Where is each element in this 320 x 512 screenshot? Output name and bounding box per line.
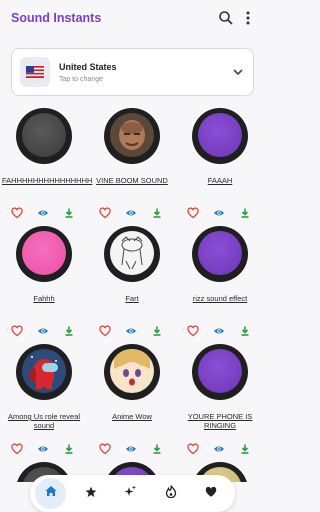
sound-button-image bbox=[110, 113, 154, 157]
download-button[interactable] bbox=[239, 324, 251, 336]
preview-button[interactable] bbox=[213, 442, 225, 454]
sound-play-button[interactable] bbox=[16, 226, 72, 282]
sound-card: Fahhh bbox=[0, 220, 88, 338]
star-icon bbox=[85, 485, 97, 503]
download-button[interactable] bbox=[63, 206, 75, 218]
sound-button-image bbox=[22, 113, 66, 157]
sound-actions bbox=[99, 442, 165, 455]
favorite-button[interactable] bbox=[11, 206, 23, 219]
download-button[interactable] bbox=[151, 206, 163, 218]
app-title: Sound Instants bbox=[11, 11, 102, 25]
nav-trending[interactable] bbox=[158, 481, 183, 506]
sound-button-image bbox=[198, 349, 242, 393]
more-vertical-icon bbox=[246, 11, 250, 25]
preview-button[interactable] bbox=[37, 206, 49, 218]
sound-label[interactable]: FAHHHHHHHHHHHHHHH bbox=[2, 176, 92, 185]
sound-button-image bbox=[22, 231, 66, 275]
home-icon bbox=[44, 484, 58, 503]
download-button[interactable] bbox=[151, 324, 163, 336]
preview-button[interactable] bbox=[125, 442, 137, 454]
sound-actions bbox=[11, 206, 77, 219]
sound-actions bbox=[11, 324, 77, 337]
sound-play-button[interactable] bbox=[192, 344, 248, 400]
sound-label[interactable]: Fart bbox=[90, 294, 174, 303]
sound-actions bbox=[99, 324, 165, 337]
sound-card: VINE BOOM SOUND bbox=[88, 102, 176, 220]
sound-card: FAHHHHHHHHHHHHHHH bbox=[0, 102, 92, 220]
us-flag-icon bbox=[20, 57, 50, 87]
sound-button-image bbox=[110, 231, 154, 275]
sound-play-button[interactable] bbox=[104, 226, 160, 282]
sound-label[interactable]: Fahhh bbox=[2, 294, 86, 303]
preview-button[interactable] bbox=[125, 324, 137, 336]
preview-button[interactable] bbox=[37, 324, 49, 336]
sound-label[interactable]: Among Us role reveal sound bbox=[2, 412, 86, 430]
favorite-button[interactable] bbox=[187, 206, 199, 219]
sound-label[interactable]: VINE BOOM SOUND bbox=[90, 176, 174, 185]
sound-button-image bbox=[22, 349, 66, 393]
sound-label[interactable]: Anime Wow bbox=[90, 412, 174, 421]
sound-actions bbox=[187, 324, 253, 337]
download-button[interactable] bbox=[63, 324, 75, 336]
top-app-bar: Sound Instants bbox=[0, 0, 265, 38]
preview-button[interactable] bbox=[37, 442, 49, 454]
favorite-button[interactable] bbox=[187, 324, 199, 337]
sound-label[interactable]: FAAAH bbox=[178, 176, 262, 185]
sound-card: Among Us role reveal sound bbox=[0, 338, 88, 456]
favorite-button[interactable] bbox=[187, 442, 199, 455]
country-selector[interactable]: United States Tap to change bbox=[11, 48, 254, 96]
preview-button[interactable] bbox=[213, 324, 225, 336]
country-hint: Tap to change bbox=[59, 76, 103, 83]
sound-card: rizz sound effect bbox=[176, 220, 264, 338]
bottom-navigation bbox=[30, 475, 235, 512]
download-button[interactable] bbox=[239, 206, 251, 218]
nav-home[interactable] bbox=[35, 478, 66, 509]
sound-play-button[interactable] bbox=[192, 108, 248, 164]
chevron-down-icon bbox=[233, 69, 243, 76]
sound-card: Fart bbox=[88, 220, 176, 338]
more-options-button[interactable] bbox=[240, 10, 256, 26]
country-name: United States bbox=[59, 62, 117, 72]
sound-button-image bbox=[198, 113, 242, 157]
favorite-button[interactable] bbox=[11, 442, 23, 455]
search-button[interactable] bbox=[218, 10, 234, 26]
sparkle-icon bbox=[124, 485, 137, 503]
sound-card: Anime Wow bbox=[88, 338, 176, 456]
sound-play-button[interactable] bbox=[16, 344, 72, 400]
sound-label[interactable]: YOURE PHONE IS RINGING bbox=[178, 412, 262, 430]
sound-card: YOURE PHONE IS RINGING bbox=[176, 338, 264, 456]
sound-card: FAAAH bbox=[176, 102, 264, 220]
sound-actions bbox=[99, 206, 165, 219]
sound-play-button[interactable] bbox=[192, 226, 248, 282]
favorite-button[interactable] bbox=[99, 206, 111, 219]
nav-new[interactable] bbox=[118, 481, 143, 506]
favorite-button[interactable] bbox=[99, 442, 111, 455]
preview-button[interactable] bbox=[213, 206, 225, 218]
preview-button[interactable] bbox=[125, 206, 137, 218]
sound-button-image bbox=[110, 349, 154, 393]
sound-actions bbox=[11, 442, 77, 455]
sound-play-button[interactable] bbox=[16, 108, 72, 164]
sound-play-button[interactable] bbox=[104, 108, 160, 164]
download-button[interactable] bbox=[63, 442, 75, 454]
sound-label[interactable]: rizz sound effect bbox=[178, 294, 262, 303]
sound-play-button[interactable] bbox=[104, 344, 160, 400]
sound-actions bbox=[187, 442, 253, 455]
nav-liked[interactable] bbox=[198, 481, 223, 506]
sound-button-image bbox=[198, 231, 242, 275]
download-button[interactable] bbox=[151, 442, 163, 454]
flame-icon bbox=[165, 484, 177, 503]
favorite-button[interactable] bbox=[11, 324, 23, 337]
search-icon bbox=[219, 11, 233, 25]
download-button[interactable] bbox=[239, 442, 251, 454]
favorite-button[interactable] bbox=[99, 324, 111, 337]
sound-actions bbox=[187, 206, 253, 219]
nav-favorites[interactable] bbox=[78, 481, 103, 506]
heart-icon bbox=[205, 485, 217, 503]
